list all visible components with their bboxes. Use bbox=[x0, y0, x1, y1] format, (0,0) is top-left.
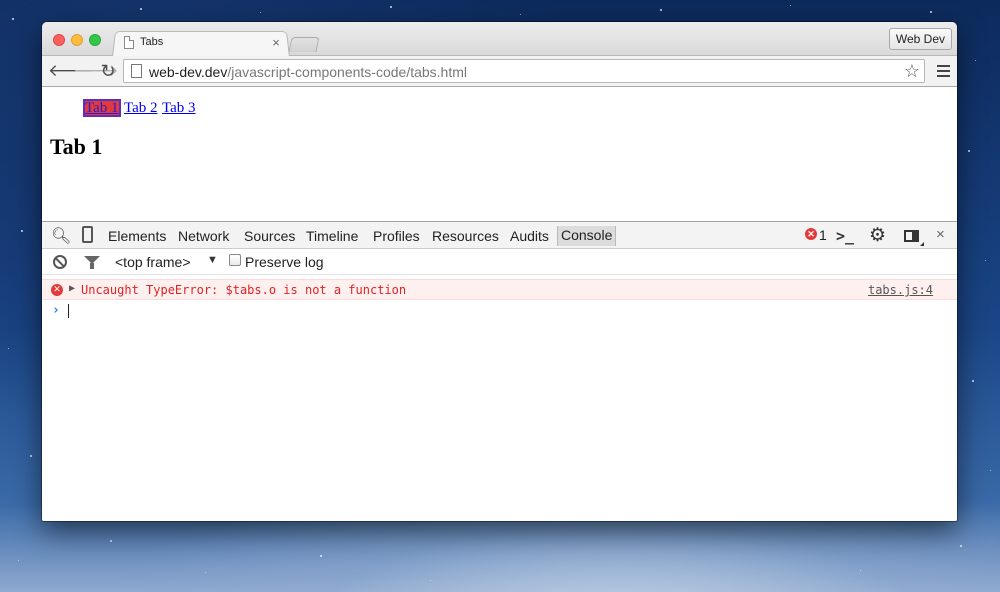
close-window-button[interactable] bbox=[53, 34, 65, 46]
error-source-link[interactable]: tabs.js:4 bbox=[868, 283, 933, 297]
profile-button[interactable]: Web Dev bbox=[888, 28, 952, 50]
error-icon: ✕ bbox=[51, 284, 63, 296]
browser-window: Tabs × Web Dev 🡐 🡒 ↻ web-dev.dev/javascr… bbox=[42, 22, 957, 521]
address-bar[interactable]: web-dev.dev/javascript-components-code/t… bbox=[123, 59, 925, 83]
url-host: web-dev.dev bbox=[149, 64, 228, 80]
expand-triangle-icon[interactable]: ▶ bbox=[69, 283, 75, 294]
gear-icon[interactable]: ⚙ bbox=[869, 224, 886, 247]
preserve-log-checkbox[interactable] bbox=[229, 254, 241, 266]
dock-side-icon[interactable] bbox=[904, 230, 924, 246]
page-content: Tab 1 Tab 2 Tab 3 Tab 1 bbox=[42, 87, 957, 221]
tab-strip: Tabs × Web Dev bbox=[42, 22, 957, 57]
browser-tab-title: Tabs bbox=[140, 36, 164, 48]
devtools-panel: 🔍︎ Elements Network Sources Timeline Pro… bbox=[42, 221, 957, 521]
new-tab-button[interactable] bbox=[288, 37, 320, 52]
page-tab-link-3[interactable]: Tab 3 bbox=[162, 100, 196, 116]
close-devtools-icon[interactable]: × bbox=[936, 226, 945, 243]
close-tab-icon[interactable]: × bbox=[269, 35, 283, 50]
zoom-window-button[interactable] bbox=[89, 34, 101, 46]
tabs-nav: Tab 1 Tab 2 Tab 3 bbox=[83, 99, 197, 117]
console-drawer-icon[interactable]: >_ bbox=[836, 227, 854, 245]
console-output: ✕ ▶ Uncaught TypeError: $tabs.o is not a… bbox=[42, 275, 957, 521]
clear-console-icon[interactable] bbox=[53, 255, 67, 269]
tab-console[interactable]: Console bbox=[557, 226, 617, 246]
tab-elements[interactable]: Elements bbox=[108, 228, 166, 244]
filter-icon[interactable] bbox=[84, 256, 100, 269]
forward-arrow-icon[interactable]: 🡒 bbox=[73, 61, 119, 81]
console-error-row: ✕ ▶ Uncaught TypeError: $tabs.o is not a… bbox=[42, 279, 957, 300]
error-message: Uncaught TypeError: $tabs.o is not a fun… bbox=[81, 283, 407, 297]
browser-toolbar: 🡐 🡒 ↻ web-dev.dev/javascript-components-… bbox=[42, 56, 957, 87]
url-text[interactable]: web-dev.dev/javascript-components-code/t… bbox=[149, 64, 467, 80]
tab-profiles[interactable]: Profiles bbox=[373, 228, 420, 244]
preserve-log-label[interactable]: Preserve log bbox=[245, 254, 324, 270]
minimize-window-button[interactable] bbox=[71, 34, 83, 46]
tab-sources[interactable]: Sources bbox=[244, 228, 295, 244]
page-heading: Tab 1 bbox=[50, 134, 103, 159]
bookmark-star-icon[interactable]: ☆ bbox=[904, 61, 920, 82]
page-tab-link-2[interactable]: Tab 2 bbox=[124, 100, 158, 116]
console-prompt[interactable]: › bbox=[42, 301, 957, 321]
tab-network[interactable]: Network bbox=[178, 228, 229, 244]
device-mode-icon[interactable] bbox=[82, 226, 93, 243]
menu-icon[interactable] bbox=[937, 65, 950, 77]
dropdown-arrow-icon[interactable]: ▼ bbox=[207, 254, 218, 266]
page-icon bbox=[124, 36, 134, 49]
browser-tab-content: Tabs × bbox=[124, 35, 284, 53]
tab-timeline[interactable]: Timeline bbox=[306, 228, 358, 244]
page-tab-link-1[interactable]: Tab 1 bbox=[83, 99, 121, 117]
error-count[interactable]: 1 bbox=[819, 227, 827, 243]
tab-resources[interactable]: Resources bbox=[432, 228, 499, 244]
frame-select[interactable]: <top frame> bbox=[115, 254, 191, 270]
page-icon bbox=[131, 64, 142, 78]
text-cursor bbox=[68, 304, 69, 318]
tab-audits[interactable]: Audits bbox=[510, 228, 549, 244]
console-toolbar: <top frame> ▼ Preserve log bbox=[42, 249, 957, 275]
back-arrow-icon[interactable]: 🡐 bbox=[48, 61, 94, 81]
devtools-tab-bar: 🔍︎ Elements Network Sources Timeline Pro… bbox=[42, 222, 957, 249]
prompt-caret-icon: › bbox=[52, 303, 60, 318]
reload-icon[interactable]: ↻ bbox=[98, 61, 118, 81]
inspect-search-icon[interactable]: 🔍︎ bbox=[51, 226, 71, 245]
error-count-icon[interactable]: ✕ bbox=[805, 228, 817, 240]
url-path: /javascript-components-code/tabs.html bbox=[227, 64, 468, 80]
